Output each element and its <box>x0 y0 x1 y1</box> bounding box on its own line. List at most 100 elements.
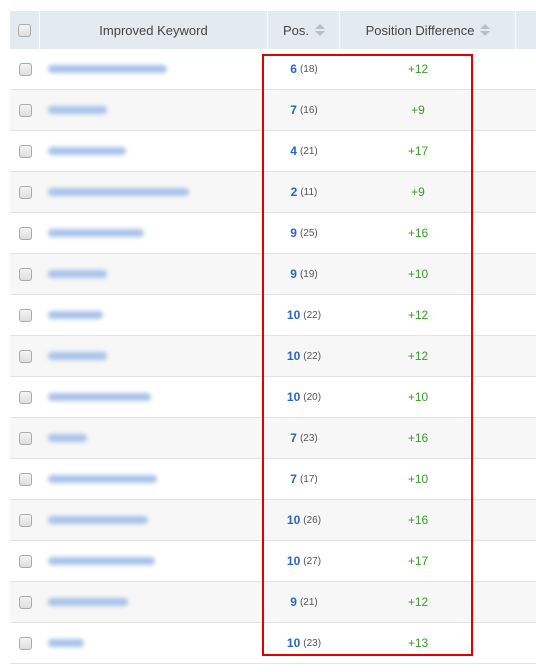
table-row: 10 (27) +17 <box>10 541 536 582</box>
select-all-checkbox[interactable] <box>18 23 31 37</box>
row-checkbox[interactable] <box>18 636 32 650</box>
keyword-link[interactable] <box>48 106 107 114</box>
table-row: 10 (22) +12 <box>10 295 536 336</box>
row-checkbox[interactable] <box>18 595 32 609</box>
row-checkbox-cell <box>10 213 40 253</box>
table-row: 9 (25) +16 <box>10 213 536 254</box>
position-difference: +16 <box>407 513 429 527</box>
sort-icon[interactable] <box>480 23 491 37</box>
row-checkbox-cell <box>10 254 40 294</box>
row-checkbox[interactable] <box>18 103 32 117</box>
keyword-link[interactable] <box>48 639 84 647</box>
keyword-cell <box>40 295 268 335</box>
header-diff-label: Position Difference <box>365 22 475 38</box>
improved-keywords-table: Improved Keyword Pos. Position Differenc… <box>10 11 536 664</box>
header-position-difference[interactable]: Position Difference <box>340 11 516 49</box>
row-checkbox-cell <box>10 131 40 171</box>
row-checkbox[interactable] <box>18 349 32 363</box>
keyword-link[interactable] <box>48 270 107 278</box>
keyword-link[interactable] <box>48 557 155 565</box>
keyword-link[interactable] <box>48 598 128 606</box>
row-checkbox-cell <box>10 295 40 335</box>
extra-cell <box>516 90 536 130</box>
previous-position: (19) <box>299 268 318 280</box>
row-checkbox[interactable] <box>18 62 32 76</box>
table-row: 7 (16) +9 <box>10 90 536 131</box>
row-checkbox-cell <box>10 541 40 581</box>
current-position: 10 <box>286 513 301 527</box>
current-position: 10 <box>286 390 301 404</box>
keyword-cell <box>40 213 268 253</box>
current-position: 7 <box>290 472 297 486</box>
table-row: 10 (20) +10 <box>10 377 536 418</box>
row-checkbox[interactable] <box>18 554 32 568</box>
position-difference: +10 <box>407 267 429 281</box>
current-position: 9 <box>290 595 297 609</box>
extra-cell <box>516 49 536 89</box>
keyword-cell <box>40 254 268 294</box>
keyword-cell <box>40 377 268 417</box>
keyword-cell <box>40 131 268 171</box>
row-checkbox[interactable] <box>18 185 32 199</box>
pos-cell: 9 (21) <box>268 582 340 622</box>
keyword-cell <box>40 541 268 581</box>
row-checkbox-cell <box>10 377 40 417</box>
keyword-link[interactable] <box>48 516 148 524</box>
keyword-link[interactable] <box>48 434 87 442</box>
keyword-link[interactable] <box>48 229 144 237</box>
sort-icon[interactable] <box>315 23 325 37</box>
table-row: 10 (23) +13 <box>10 623 536 664</box>
row-checkbox[interactable] <box>18 472 32 486</box>
position-difference: +12 <box>407 595 429 609</box>
keyword-link[interactable] <box>48 393 151 401</box>
row-checkbox-cell <box>10 418 40 458</box>
header-pos-label: Pos. <box>282 22 309 38</box>
position-difference: +17 <box>407 144 429 158</box>
pos-cell: 2 (11) <box>268 172 340 212</box>
pos-cell: 10 (26) <box>268 500 340 540</box>
table-header: Improved Keyword Pos. Position Differenc… <box>10 11 536 49</box>
pos-cell: 9 (25) <box>268 213 340 253</box>
row-checkbox[interactable] <box>18 308 32 322</box>
keyword-link[interactable] <box>48 352 107 360</box>
pos-cell: 7 (17) <box>268 459 340 499</box>
table-body: 6 (18) +12 7 (16) +9 4 (21) +17 2 (11) +9 9(… <box>10 49 536 664</box>
extra-cell <box>516 377 536 417</box>
row-checkbox[interactable] <box>18 390 32 404</box>
keyword-link[interactable] <box>48 475 157 483</box>
row-checkbox-cell <box>10 49 40 89</box>
pos-cell: 7 (23) <box>268 418 340 458</box>
table-row: 10 (22) +12 <box>10 336 536 377</box>
position-difference: +12 <box>407 308 429 322</box>
keyword-link[interactable] <box>48 147 126 155</box>
keyword-link[interactable] <box>48 188 189 196</box>
current-position: 6 <box>290 62 297 76</box>
pos-cell: 10 (22) <box>268 336 340 376</box>
header-extra <box>516 11 536 49</box>
pos-cell: 10 (27) <box>268 541 340 581</box>
row-checkbox[interactable] <box>18 144 32 158</box>
keyword-cell <box>40 336 268 376</box>
current-position: 9 <box>290 226 297 240</box>
keyword-link[interactable] <box>48 65 167 73</box>
row-checkbox[interactable] <box>18 267 32 281</box>
pos-cell: 10 (20) <box>268 377 340 417</box>
position-difference: +9 <box>411 185 425 199</box>
extra-cell <box>516 254 536 294</box>
previous-position: (23) <box>299 432 318 444</box>
position-difference: +10 <box>407 472 429 486</box>
current-position: 10 <box>286 308 301 322</box>
extra-cell <box>516 295 536 335</box>
row-checkbox[interactable] <box>18 513 32 527</box>
current-position: 10 <box>286 554 301 568</box>
header-pos[interactable]: Pos. <box>268 11 340 49</box>
row-checkbox[interactable] <box>18 226 32 240</box>
table-row: 7 (17) +10 <box>10 459 536 500</box>
keyword-cell <box>40 623 268 663</box>
row-checkbox[interactable] <box>18 431 32 445</box>
keyword-cell <box>40 172 268 212</box>
previous-position: (21) <box>299 145 318 157</box>
keyword-link[interactable] <box>48 311 103 319</box>
pos-cell: 4 (21) <box>268 131 340 171</box>
pos-cell: 6 (18) <box>268 49 340 89</box>
